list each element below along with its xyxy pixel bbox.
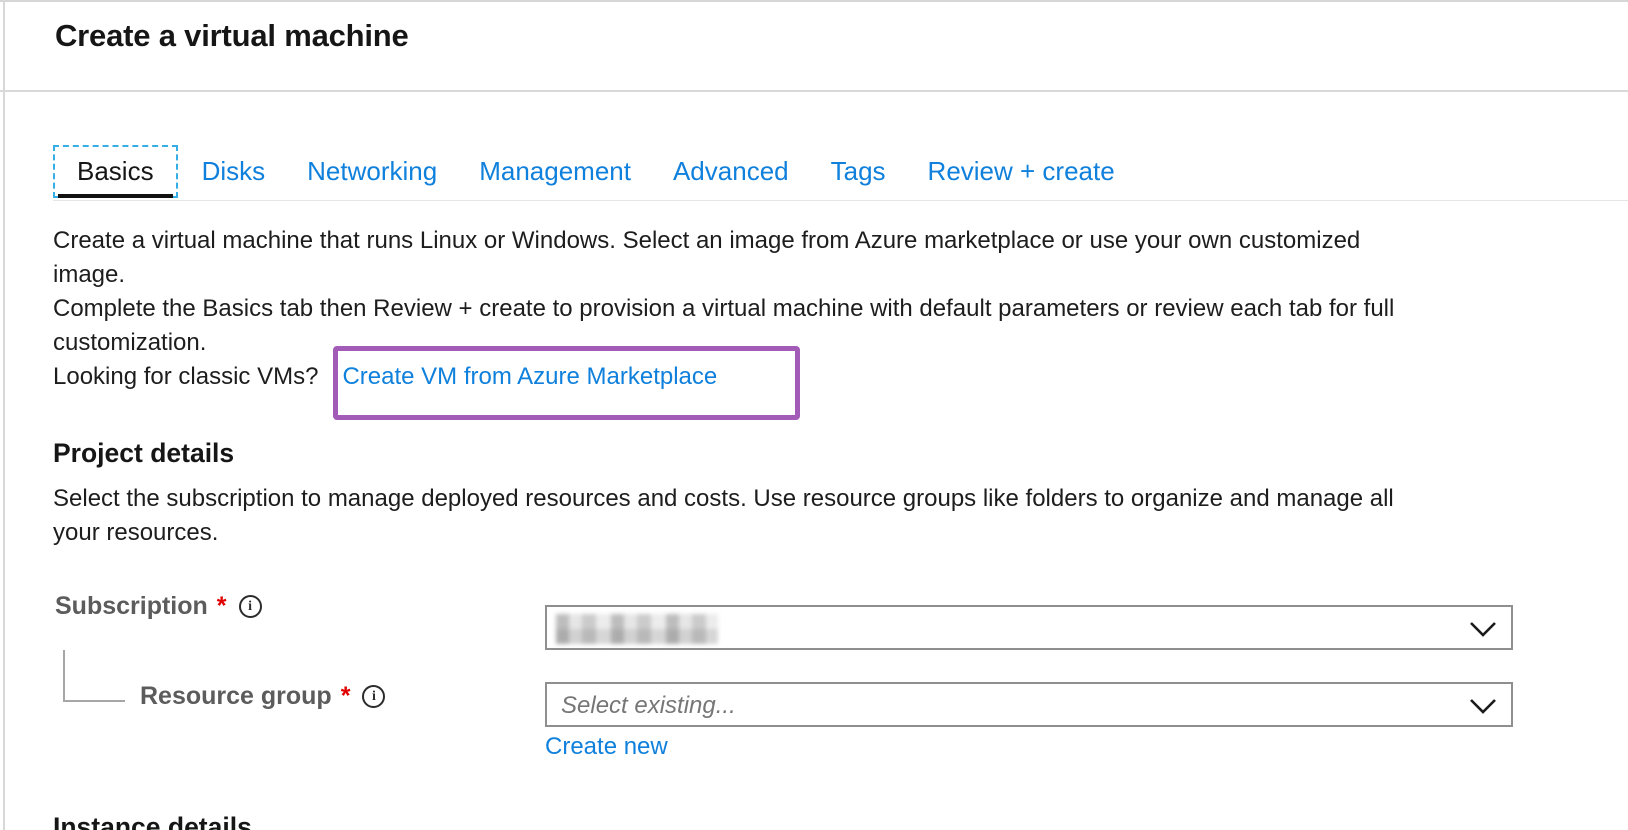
project-desc-line: Select the subscription to manage deploy…	[53, 482, 1394, 516]
tab-basics-active-underline	[58, 194, 173, 198]
tab-tags[interactable]: Tags	[831, 156, 886, 187]
create-vm-marketplace-link[interactable]: Create VM from Azure Marketplace	[342, 360, 717, 394]
subscription-required-asterisk: *	[217, 592, 227, 621]
resource-group-dropdown[interactable]: Select existing...	[545, 682, 1513, 727]
instance-details-heading: Instance details	[53, 812, 252, 830]
intro-line: Create a virtual machine that runs Linux…	[53, 224, 1394, 258]
tab-management[interactable]: Management	[479, 156, 631, 187]
redacted-subscription-value	[556, 614, 718, 644]
resource-group-required-asterisk: *	[341, 682, 351, 711]
classic-vm-question: Looking for classic VMs?	[53, 360, 318, 394]
resource-group-label: Resource group	[140, 682, 332, 711]
blade-left-edge	[3, 0, 5, 830]
project-details-description: Select the subscription to manage deploy…	[53, 482, 1394, 550]
project-details-heading: Project details	[53, 438, 234, 469]
info-icon[interactable]: i	[239, 595, 262, 618]
top-divider	[0, 0, 1628, 2]
header-divider	[0, 90, 1628, 92]
classic-vm-row: Looking for classic VMs? Create VM from …	[53, 360, 1394, 394]
resource-group-connector-vertical	[63, 650, 65, 702]
chevron-down-icon	[1469, 697, 1497, 715]
create-vm-page: Create a virtual machine Basics Disks Ne…	[0, 0, 1628, 830]
resource-group-connector-horizontal	[63, 700, 125, 702]
project-desc-line: your resources.	[53, 516, 1394, 550]
subscription-dropdown[interactable]	[545, 605, 1513, 650]
tab-advanced[interactable]: Advanced	[673, 156, 789, 187]
subscription-label: Subscription	[55, 592, 208, 621]
intro-line: image.	[53, 258, 1394, 292]
page-title: Create a virtual machine	[55, 18, 409, 54]
create-new-resource-group-link[interactable]: Create new	[545, 733, 668, 761]
resource-group-label-row: Resource group * i	[140, 682, 385, 711]
intro-line: Complete the Basics tab then Review + cr…	[53, 292, 1394, 326]
tab-review-create[interactable]: Review + create	[928, 156, 1115, 187]
tab-disks[interactable]: Disks	[202, 156, 266, 187]
tab-bar-divider	[53, 200, 1628, 201]
tab-basics-label: Basics	[77, 156, 154, 186]
chevron-down-icon	[1469, 620, 1497, 638]
resource-group-placeholder: Select existing...	[561, 692, 736, 720]
intro-text: Create a virtual machine that runs Linux…	[53, 224, 1394, 394]
subscription-label-row: Subscription * i	[55, 592, 262, 621]
tab-basics[interactable]: Basics	[53, 145, 178, 198]
tab-networking[interactable]: Networking	[307, 156, 437, 187]
intro-line: customization.	[53, 326, 1394, 360]
info-icon[interactable]: i	[362, 685, 385, 708]
tab-bar: Basics Disks Networking Management Advan…	[53, 141, 1628, 201]
